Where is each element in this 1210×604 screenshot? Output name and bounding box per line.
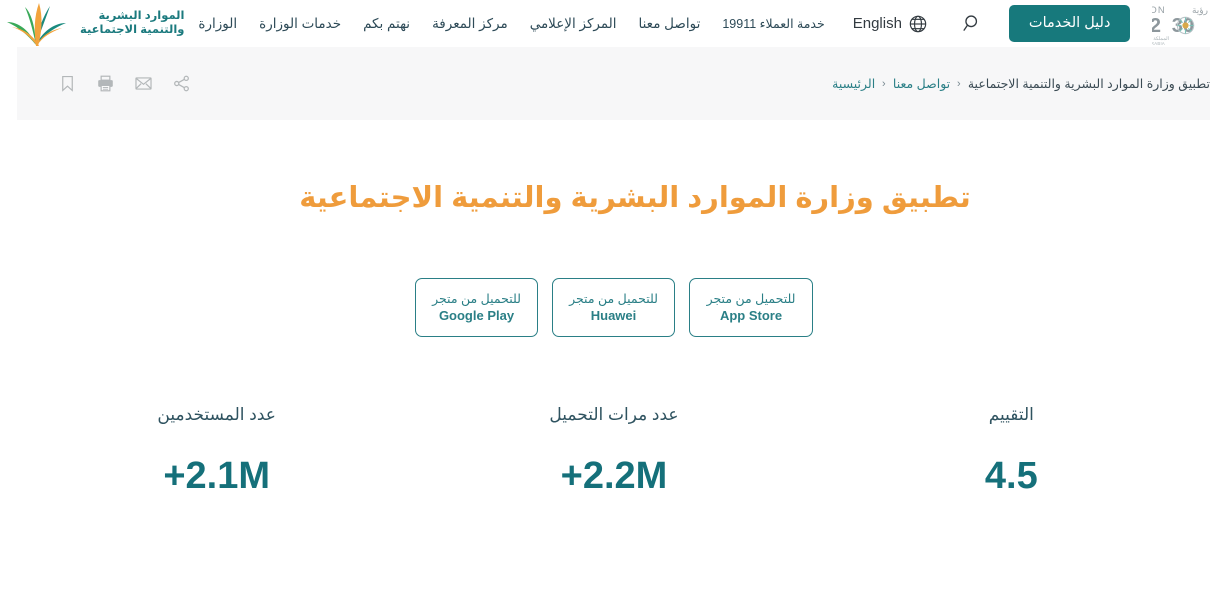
nav-knowledge-center[interactable]: مركز المعرفة — [432, 16, 508, 32]
ministry-logo-line1: الموارد البشرية — [98, 9, 185, 22]
store-download-buttons: للتحميل من متجر Google Play للتحميل من م… — [18, 278, 1210, 337]
download-huawei-prefix: للتحميل من متجر — [569, 292, 658, 307]
download-google-play-label: Google Play — [438, 307, 515, 323]
stat-users-value: +2.1M — [163, 455, 270, 498]
stat-downloads-label: عدد مرات التحميل — [549, 405, 679, 424]
breadcrumb-bar: الرئيسية › تواصل معنا › تطبيق وزارة المو… — [17, 47, 1210, 120]
email-icon — [135, 77, 152, 90]
nav-ministry-services[interactable]: خدمات الوزارة — [259, 16, 341, 32]
breadcrumb-home[interactable]: الرئيسية — [832, 76, 875, 91]
search-icon — [963, 15, 978, 31]
site-header: الموارد البشرية والتنمية الاجتماعية الوز… — [0, 0, 1210, 47]
page-title: تطبيق وزارة الموارد البشرية والتنمية الا… — [299, 182, 971, 214]
ministry-logo-text: الموارد البشرية والتنمية الاجتماعية — [80, 9, 185, 37]
breadcrumb-separator-2: › — [957, 77, 961, 90]
breadcrumb-contact-us[interactable]: تواصل معنا — [893, 76, 950, 91]
print-icon — [98, 75, 113, 92]
vision-2030-logo-icon: VISION رؤية 2 30 المملكة العربية السعودي… — [1152, 5, 1208, 46]
nav-contact-us[interactable]: تواصل معنا — [639, 16, 701, 32]
email-button[interactable] — [133, 73, 154, 94]
download-app-store-label: App Store — [719, 307, 783, 323]
language-switcher[interactable]: English — [853, 14, 928, 34]
bookmark-button[interactable] — [57, 73, 78, 94]
share-icon — [174, 75, 189, 92]
app-statistics: عدد المستخدمين +2.1M عدد مرات التحميل +2… — [18, 405, 1210, 495]
svg-text:2: 2 — [1152, 15, 1161, 37]
download-huawei-label: Huawei — [590, 307, 637, 323]
stat-rating-label: التقييم — [988, 405, 1034, 424]
download-app-store-button[interactable]: للتحميل من متجر App Store — [689, 278, 813, 337]
stat-users: عدد المستخدمين +2.1M — [18, 405, 415, 495]
ministry-palm-logo-icon — [7, 2, 66, 46]
svg-text:رؤية: رؤية — [1192, 5, 1208, 16]
stat-rating: التقييم 4.5 — [813, 405, 1210, 495]
print-button[interactable] — [95, 73, 116, 94]
nav-ministry[interactable]: الوزارة — [198, 16, 237, 32]
main-content: تطبيق وزارة الموارد البشرية والتنمية الا… — [0, 120, 1210, 604]
stat-downloads-value: +2.2M — [560, 455, 668, 498]
nav-we-care[interactable]: نهتم بكم — [363, 16, 410, 32]
nav-media-center[interactable]: المركز الإعلامي — [530, 16, 617, 32]
stat-rating-value: 4.5 — [984, 455, 1038, 498]
language-label: English — [852, 15, 902, 32]
customer-service-link[interactable]: خدمة العملاء 19911 — [722, 16, 824, 31]
page-tools — [17, 47, 192, 120]
globe-icon — [909, 15, 927, 32]
download-google-play-button[interactable]: للتحميل من متجر Google Play — [415, 278, 538, 337]
ministry-logo-line2: والتنمية الاجتماعية — [80, 23, 185, 36]
breadcrumb-separator-1: › — [882, 77, 886, 90]
download-app-store-prefix: للتحميل من متجر — [706, 292, 796, 307]
services-guide-button[interactable]: دليل الخدمات — [1008, 5, 1131, 42]
breadcrumb: الرئيسية › تواصل معنا › تطبيق وزارة المو… — [798, 47, 1210, 120]
share-button[interactable] — [171, 73, 192, 94]
page-root: الموارد البشرية والتنمية الاجتماعية الوز… — [0, 0, 1210, 604]
download-huawei-button[interactable]: للتحميل من متجر Huawei — [552, 278, 675, 337]
svg-text:KINGDOM OF SAUDI ARABIA: KINGDOM OF SAUDI ARABIA — [1152, 41, 1165, 46]
breadcrumb-current: تطبيق وزارة الموارد البشرية والتنمية الا… — [967, 77, 1210, 91]
bookmark-icon — [62, 75, 73, 92]
search-button[interactable] — [962, 12, 983, 36]
stat-downloads: عدد مرات التحميل +2.2M — [415, 405, 812, 495]
stat-users-label: عدد المستخدمين — [157, 405, 276, 424]
download-google-play-prefix: للتحميل من متجر — [432, 292, 521, 307]
main-navigation: الوزارة خدمات الوزارة نهتم بكم مركز المع… — [198, 16, 700, 32]
ministry-logo[interactable]: الموارد البشرية والتنمية الاجتماعية — [0, 1, 185, 47]
vision-2030-logo[interactable]: VISION رؤية 2 30 المملكة العربية السعودي… — [1152, 2, 1210, 46]
